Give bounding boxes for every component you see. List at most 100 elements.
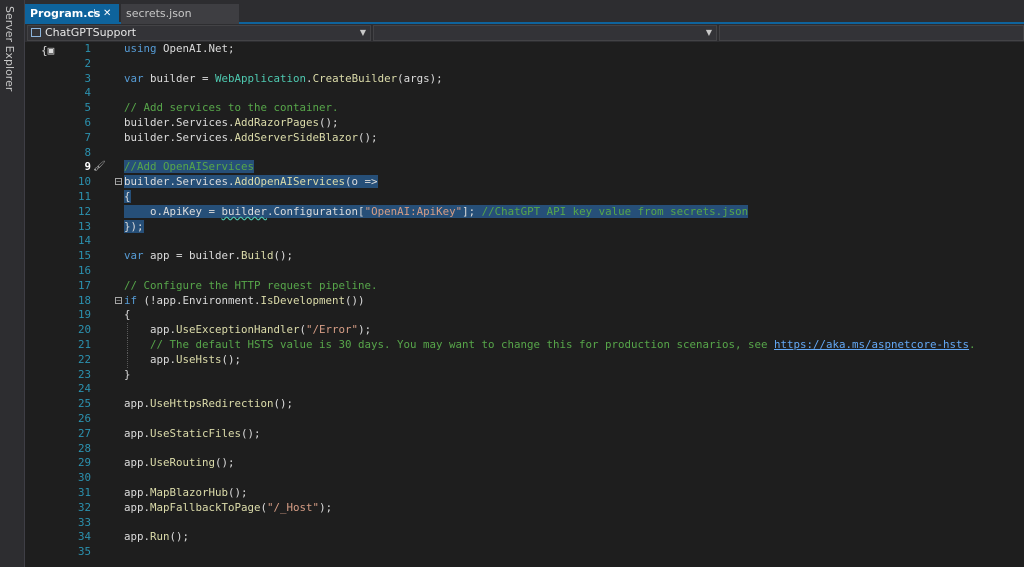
code-token: using xyxy=(124,42,157,55)
code-token: OpenAI.Net; xyxy=(156,42,235,55)
code-token: IsDevelopment xyxy=(260,293,346,307)
line-number: 26 xyxy=(77,411,91,425)
server-explorer-label[interactable]: Server Explorer xyxy=(3,6,16,91)
code-token: // Configure the HTTP request pipeline. xyxy=(124,278,378,292)
member-dropdown[interactable] xyxy=(719,25,1024,41)
code-token: (!app.Environment. xyxy=(137,293,261,307)
code-token: o.ApiKey = xyxy=(124,204,222,218)
line-number: 35 xyxy=(77,545,91,559)
line-number: 10 xyxy=(77,175,91,189)
code-token: (args); xyxy=(397,71,443,85)
type-dropdown[interactable]: ▼ xyxy=(373,25,717,41)
line-number: 14 xyxy=(77,234,91,248)
code-token: app. xyxy=(124,352,177,366)
code-token: UseStaticFiles xyxy=(150,426,242,440)
line-number: 3 xyxy=(84,71,91,85)
code-text: builder.Services.AddServerSideBlazor(); xyxy=(124,131,378,146)
line-number: 1 xyxy=(84,42,91,55)
code-token: (); xyxy=(358,130,378,144)
code-text: var builder = WebApplication.CreateBuild… xyxy=(124,72,443,87)
code-token: //Add OpenAIServices xyxy=(124,160,255,174)
code-token: app = builder. xyxy=(143,249,242,263)
code-editor[interactable]: {▣ 1 using OpenAI.Net; 2 3 var builder = Web… xyxy=(25,42,1024,567)
code-token: //ChatGPT API key value from secrets.jso… xyxy=(481,204,749,218)
line-number: 2 xyxy=(84,56,91,70)
code-text: // Add services to the container. xyxy=(124,101,339,116)
code-token: "OpenAI:ApiKey" xyxy=(364,204,463,218)
code-token: CreateBuilder xyxy=(312,71,398,85)
tab-label: secrets.json xyxy=(126,7,192,20)
code-token: (); xyxy=(319,115,339,129)
line-number: 9 xyxy=(84,160,91,174)
line-number: 23 xyxy=(77,367,91,381)
line-number: 15 xyxy=(77,249,91,263)
line-number: 31 xyxy=(77,485,91,499)
code-token: UseHsts xyxy=(176,352,222,366)
code-token: (); xyxy=(273,397,294,411)
line-number: 34 xyxy=(77,530,91,544)
code-text: o.ApiKey = builder.Configuration["OpenAI… xyxy=(124,204,749,220)
code-token: app. xyxy=(124,323,177,337)
chevron-down-icon: ▼ xyxy=(359,28,366,37)
line-number: 33 xyxy=(77,515,91,529)
code-token: builder.Services. xyxy=(124,130,235,144)
code-token: app. xyxy=(124,485,151,499)
code-token: . xyxy=(969,337,976,351)
line-number: 19 xyxy=(77,308,91,322)
project-dropdown-value: ChatGPTSupport xyxy=(45,26,137,39)
quick-actions-icon[interactable]: 🖌 xyxy=(93,160,106,175)
line-number: 20 xyxy=(77,323,91,337)
pin-icon[interactable]: ⊣ xyxy=(87,4,96,24)
code-token: (); xyxy=(169,530,190,544)
project-dropdown[interactable]: ChatGPTSupport ▼ xyxy=(27,25,371,41)
collapse-icon[interactable]: − xyxy=(115,296,122,304)
code-token: app. xyxy=(124,397,151,411)
code-token: app. xyxy=(124,500,151,514)
code-text: // The default HSTS value is 30 days. Yo… xyxy=(124,338,976,353)
line-number: 7 xyxy=(84,130,91,144)
code-text: // Configure the HTTP request pipeline. xyxy=(124,279,378,294)
code-text: builder.Services.AddOpenAIServices(o => xyxy=(124,175,378,190)
document-tab-bar: Program.cs ⊣ ✕ secrets.json xyxy=(25,0,1024,24)
code-text: using OpenAI.Net; xyxy=(124,42,235,57)
code-text: //Add OpenAIServices xyxy=(124,160,255,175)
code-token: (); xyxy=(241,426,261,440)
code-token: UseRouting xyxy=(150,456,216,470)
code-text: app.UseHttpsRedirection(); xyxy=(124,397,293,412)
code-token: MapBlazorHub xyxy=(150,485,229,499)
line-number: 30 xyxy=(77,471,91,485)
line-number: 13 xyxy=(77,219,91,233)
tab-program-cs[interactable]: Program.cs ⊣ ✕ xyxy=(25,4,119,24)
code-text: if (!app.Environment.IsDevelopment()) xyxy=(124,294,365,309)
code-token: ); xyxy=(358,323,372,337)
code-text: app.MapBlazorHub(); xyxy=(124,486,248,501)
server-explorer-panel[interactable]: Server Explorer xyxy=(0,0,25,567)
code-token: Build xyxy=(241,249,274,263)
close-icon[interactable]: ✕ xyxy=(103,4,111,24)
collapse-icon[interactable]: − xyxy=(115,178,122,186)
code-token: if xyxy=(124,293,138,307)
code-token: (); xyxy=(228,485,248,499)
code-token: (); xyxy=(221,352,242,366)
code-token: AddOpenAIServices xyxy=(234,175,346,189)
line-number: 11 xyxy=(77,189,91,203)
code-token: Run xyxy=(150,530,170,544)
code-token: (); xyxy=(273,249,294,263)
tab-secrets-json[interactable]: secrets.json xyxy=(121,4,239,24)
code-token: app. xyxy=(124,426,151,440)
project-icon xyxy=(31,28,41,37)
chevron-down-icon: ▼ xyxy=(705,28,712,37)
hyperlink[interactable]: https://aka.ms/aspnetcore-hsts xyxy=(774,338,969,351)
line-number: 6 xyxy=(84,115,91,129)
code-token: "/Error" xyxy=(306,323,359,337)
code-text: app.UseExceptionHandler("/Error"); xyxy=(124,323,371,338)
line-number: 21 xyxy=(77,337,91,351)
line-number: 5 xyxy=(84,101,91,115)
code-token: app. xyxy=(124,530,151,544)
code-text: var app = builder.Build(); xyxy=(124,249,293,264)
line-number: 17 xyxy=(77,278,91,292)
code-token: builder.Services. xyxy=(124,115,235,129)
line-number: 18 xyxy=(77,293,91,307)
code-token: WebApplication xyxy=(215,71,307,85)
code-text: app.UseHsts(); xyxy=(124,353,241,368)
